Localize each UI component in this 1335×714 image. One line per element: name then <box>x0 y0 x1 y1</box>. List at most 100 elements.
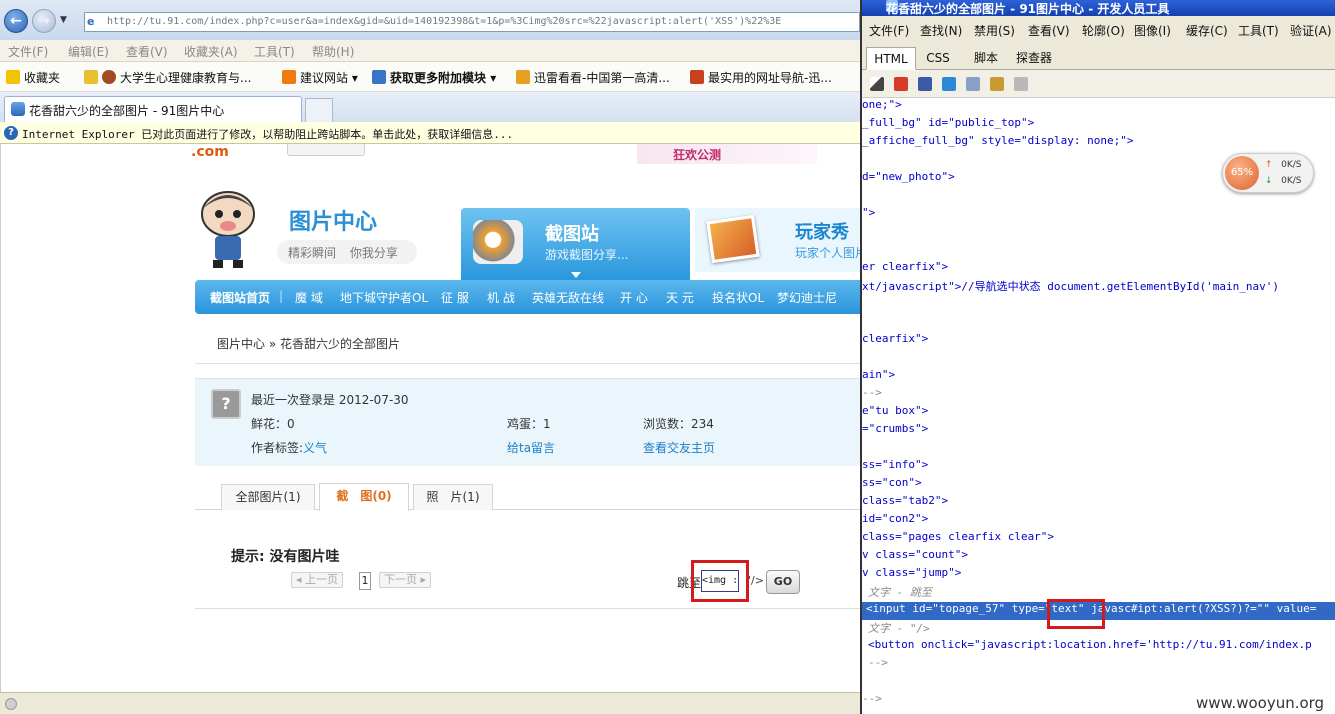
code-line[interactable]: "> <box>862 206 875 224</box>
screenshot-station-card[interactable]: 截图站 游戏截图分享... <box>461 208 690 280</box>
select-element-icon[interactable] <box>870 77 884 91</box>
code-line[interactable]: d="new_photo"> <box>862 170 955 188</box>
dom-icon[interactable] <box>966 77 980 91</box>
menu-favorites[interactable]: 收藏夹(A) <box>184 43 238 60</box>
code-line[interactable]: 文字 - 跳至 <box>868 584 932 602</box>
devtools-menu-images[interactable]: 图像(I) <box>1134 22 1171 39</box>
current-page[interactable]: 1 <box>359 572 371 590</box>
url-field[interactable]: e http://tu.91.com/index.php?c=user&a=in… <box>84 12 860 32</box>
nav-item[interactable]: 机 战 <box>487 289 515 306</box>
tab-title: 花香甜六少的全部图片 - 91图片中心 <box>29 104 225 118</box>
save-icon[interactable] <box>918 77 932 91</box>
go-button[interactable]: GO <box>766 570 800 594</box>
leave-message-link[interactable]: 给ta留言 <box>507 439 555 456</box>
code-line[interactable]: _affiche_full_bg" style="display: none;"… <box>862 134 1134 152</box>
fav-item-4[interactable]: 迅雷看看-中国第一高清... <box>516 69 670 86</box>
word-wrap-icon[interactable] <box>1014 77 1028 91</box>
menu-view[interactable]: 查看(V) <box>126 43 168 60</box>
forward-button[interactable]: → <box>32 9 56 33</box>
url-text[interactable]: http://tu.91.com/index.php?c=user&a=inde… <box>107 16 781 27</box>
nav-home[interactable]: 截图站首页 <box>210 289 270 306</box>
browser-tab[interactable]: 花香甜六少的全部图片 - 91图片中心 <box>4 96 302 122</box>
code-line[interactable]: 文字 - "/> <box>868 620 930 638</box>
homepage-link[interactable]: 查看交友主页 <box>643 439 715 456</box>
xss-info-bar[interactable]: ? Internet Explorer 已对此页面进行了修改，以帮助阻止跨站脚本… <box>0 122 860 144</box>
code-line[interactable]: ss="info"> <box>862 458 928 476</box>
menu-edit[interactable]: 编辑(E) <box>68 43 109 60</box>
fav-item-3[interactable]: 获取更多附加模块 ▾ <box>372 69 496 86</box>
author-tag-link[interactable]: 义气 <box>303 441 327 455</box>
fav-item-5[interactable]: 最实用的网址导航-迅... <box>690 69 832 86</box>
code-line[interactable]: ain"> <box>862 368 895 386</box>
menu-tools[interactable]: 工具(T) <box>254 43 295 60</box>
nav-item[interactable]: 魔 域 <box>295 289 323 306</box>
tab-screenshots[interactable]: 截 图(0) <box>319 483 409 511</box>
back-button[interactable]: ← <box>4 9 28 33</box>
network-speed-widget[interactable]: 65% ↑ 0K/S ↓ 0K/S <box>1222 153 1314 193</box>
code-line[interactable]: --> <box>862 386 882 404</box>
devtools-menu: 文件(F) 查找(N) 禁用(S) 查看(V) 轮廓(O) 图像(I) 缓存(C… <box>862 16 1335 42</box>
site-logo[interactable]: .com <box>191 144 229 160</box>
code-line[interactable]: class="pages clearfix clear"> <box>862 530 1054 548</box>
tab-profiler[interactable]: 探查器 <box>1010 47 1058 70</box>
next-page-button[interactable]: 下一页 ▸ <box>379 572 432 588</box>
banner-ad[interactable]: 狂欢公测 <box>637 144 817 164</box>
avatar[interactable]: ? <box>211 389 241 419</box>
code-line[interactable]: ss="con"> <box>862 476 922 494</box>
history-dropdown-icon[interactable]: ▼ <box>60 15 67 25</box>
code-line[interactable]: clearfix"> <box>862 332 928 350</box>
nav-item[interactable]: 天 元 <box>666 289 694 306</box>
tab-bar: 花香甜六少的全部图片 - 91图片中心 <box>0 92 860 122</box>
code-line[interactable]: id="con2"> <box>862 512 928 530</box>
tab-script[interactable]: 脚本 <box>964 47 1008 70</box>
fav-item-2[interactable]: 建议网站 ▾ <box>282 69 358 86</box>
tab-css[interactable]: CSS <box>918 47 958 70</box>
code-line[interactable]: e"tu box"> <box>862 404 928 422</box>
devtools-menu-disable[interactable]: 禁用(S) <box>974 22 1015 39</box>
tab-photos[interactable]: 照 片(1) <box>413 484 493 510</box>
refresh-icon[interactable] <box>942 77 956 91</box>
code-line[interactable]: ="crumbs"> <box>862 422 928 440</box>
favorites-button[interactable]: 收藏夹 <box>6 69 60 86</box>
code-line[interactable]: _full_bg" id="public_top"> <box>862 116 1034 134</box>
devtools-menu-validate[interactable]: 验证(A) <box>1290 22 1332 39</box>
devtools-menu-view[interactable]: 查看(V) <box>1028 22 1070 39</box>
top-search-button[interactable] <box>287 144 365 156</box>
player-show-card[interactable]: 玩家秀 玩家个人图片 <box>695 208 860 272</box>
code-line[interactable]: --> <box>868 656 888 674</box>
nav-item[interactable]: 英雄无敌在线 <box>532 289 604 306</box>
download-speed-row: ↓ 0K/S <box>1265 176 1302 186</box>
code-line[interactable]: v class="jump"> <box>862 566 961 584</box>
nav-item[interactable]: 开 心 <box>620 289 648 306</box>
new-tab-button[interactable] <box>305 98 333 122</box>
code-line[interactable]: xt/javascript">//导航选中状态 document.getElem… <box>862 278 1279 296</box>
breadcrumb[interactable]: 图片中心 » 花香甜六少的全部图片 <box>217 335 400 352</box>
clear-icon[interactable] <box>894 77 908 91</box>
nav-separator: | <box>279 289 284 303</box>
card1-title: 截图站 <box>545 224 599 245</box>
code-line[interactable]: er clearfix"> <box>862 260 948 278</box>
devtools-menu-find[interactable]: 查找(N) <box>920 22 962 39</box>
nav-item[interactable]: 投名状OL <box>712 289 764 306</box>
code-line[interactable]: class="tab2"> <box>862 494 948 512</box>
network-percent: 65% <box>1225 156 1259 190</box>
menu-help[interactable]: 帮助(H) <box>312 43 354 60</box>
code-line[interactable]: v class="count"> <box>862 548 968 566</box>
nav-item[interactable]: 地下城守护者OL <box>340 289 428 306</box>
nav-item[interactable]: 梦幻迪士尼 <box>777 289 837 306</box>
menu-file[interactable]: 文件(F) <box>8 43 48 60</box>
code-line[interactable]: --> <box>862 692 882 710</box>
tab-html[interactable]: HTML <box>866 47 916 70</box>
nav-item[interactable]: 征 服 <box>441 289 469 306</box>
devtools-menu-tools[interactable]: 工具(T) <box>1238 22 1279 39</box>
tab-all-photos[interactable]: 全部图片(1) <box>221 484 315 510</box>
devtools-menu-cache[interactable]: 缓存(C) <box>1186 22 1228 39</box>
code-line[interactable]: one;"> <box>862 98 902 116</box>
code-line[interactable]: <button onclick="javascript:location.hre… <box>868 638 1312 656</box>
devtools-menu-outline[interactable]: 轮廓(O) <box>1082 22 1125 39</box>
edit-icon[interactable] <box>990 77 1004 91</box>
devtools-menu-file[interactable]: 文件(F) <box>869 22 909 39</box>
upload-arrow-icon: ↑ <box>1265 160 1273 170</box>
prev-page-button[interactable]: ◂ 上一页 <box>291 572 344 588</box>
fav-item-1[interactable]: 大学生心理健康教育与... <box>84 69 251 86</box>
